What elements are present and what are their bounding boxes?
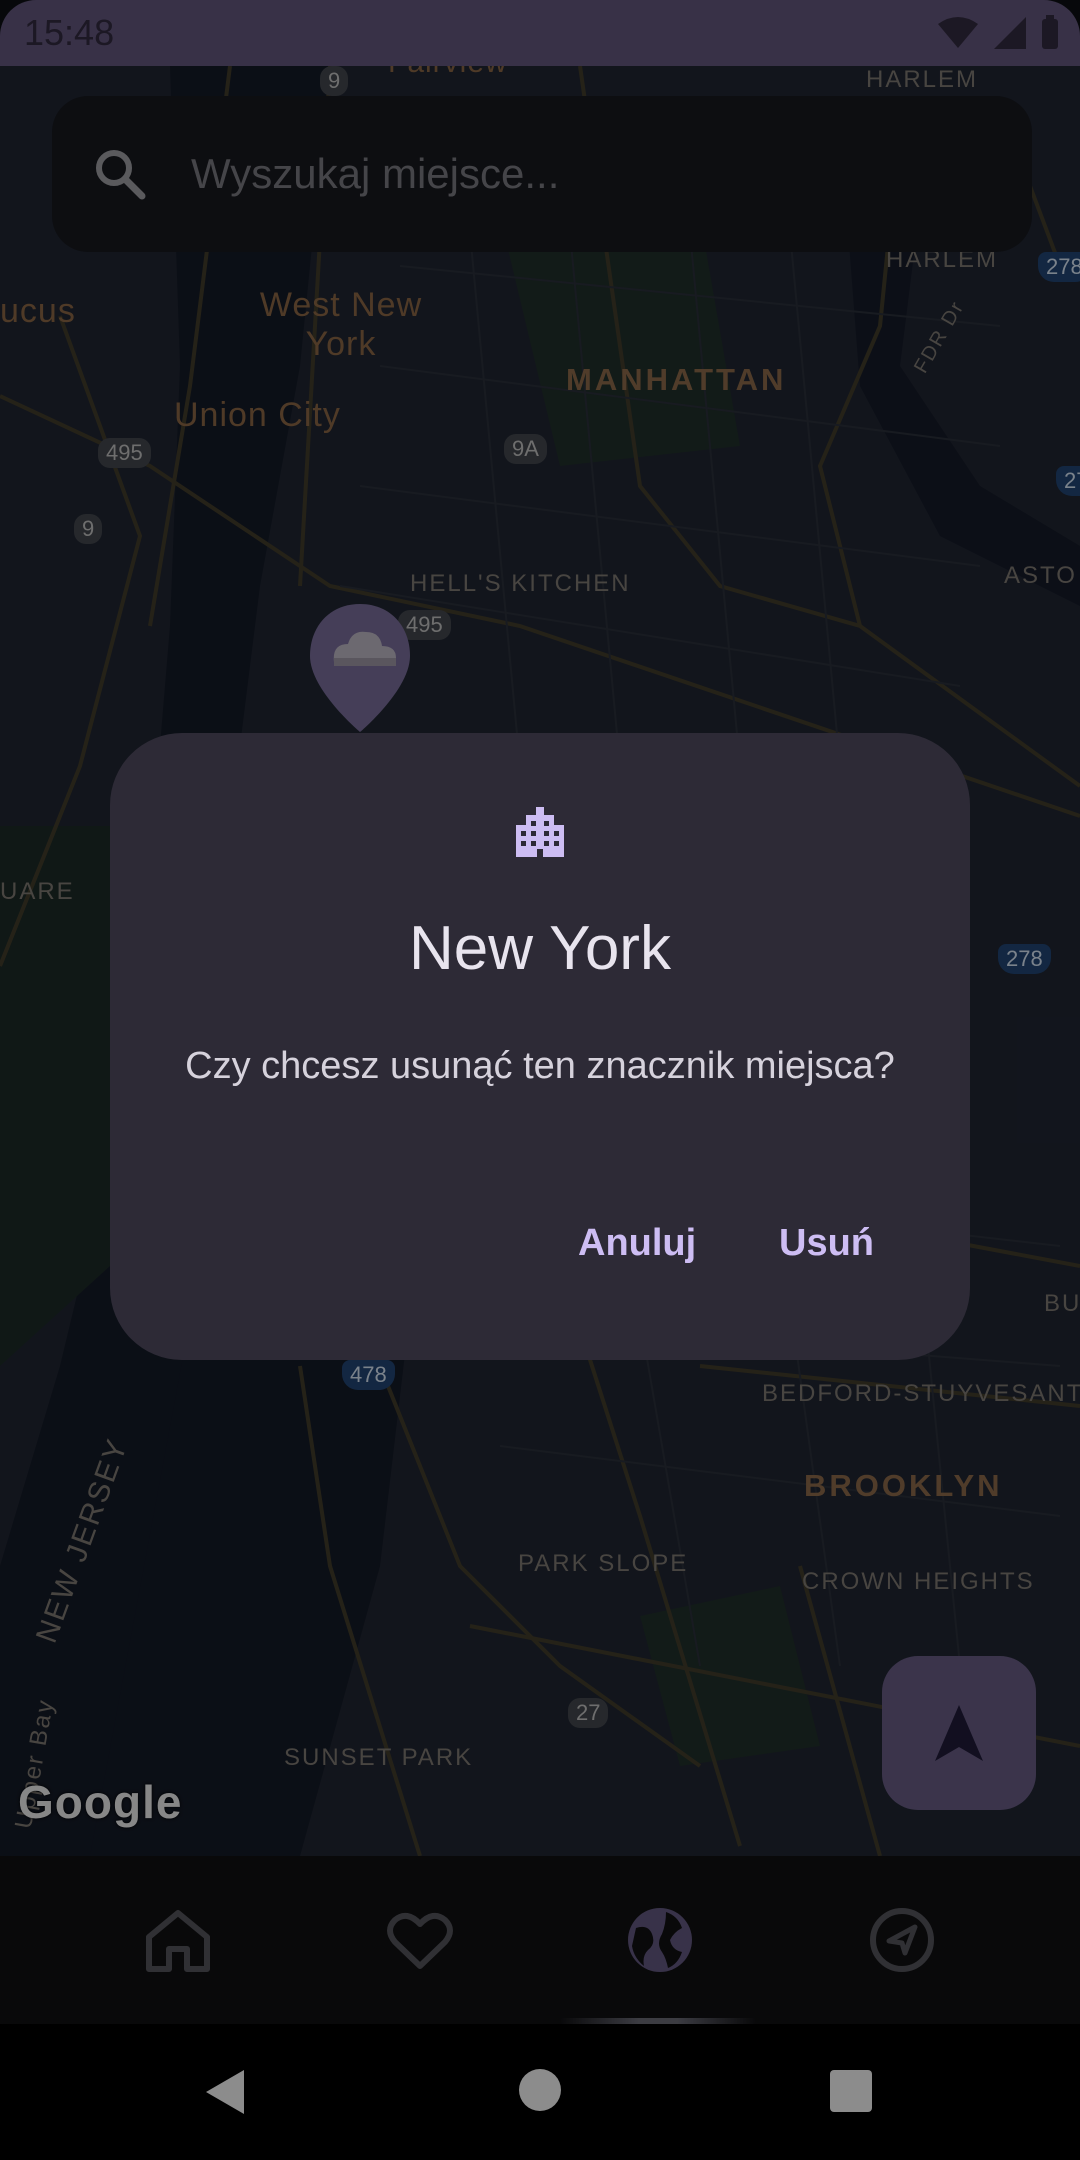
dialog-message: Czy chcesz usunąć ten znacznik miejsca? <box>185 1045 895 1087</box>
apartment-icon <box>516 807 564 857</box>
cancel-button[interactable]: Anuluj <box>554 1203 720 1283</box>
delete-marker-dialog: New York Czy chcesz usunąć ten znacznik … <box>110 733 970 1360</box>
dialog-title: New York <box>409 914 671 983</box>
delete-button[interactable]: Usuń <box>755 1203 898 1283</box>
